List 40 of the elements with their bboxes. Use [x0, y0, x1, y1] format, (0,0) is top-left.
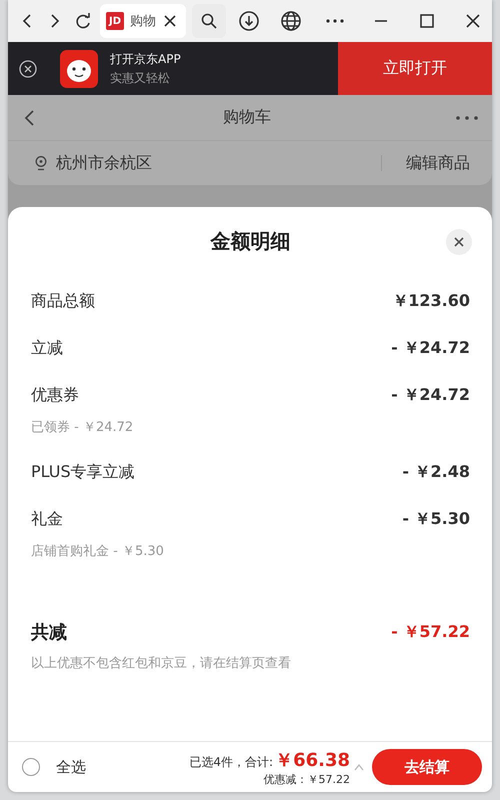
edit-items-link[interactable]: 编辑商品 [406, 152, 470, 174]
item-label: 立减 [31, 338, 63, 359]
browser-tab[interactable]: JD 购物 [100, 4, 186, 38]
banner-subtitle: 实惠又轻松 [110, 70, 171, 86]
item-label: 礼金 [31, 509, 63, 530]
item-note: 已领券 - ￥24.72 [31, 419, 134, 436]
open-app-button[interactable]: 立即打开 [338, 42, 492, 95]
banner-title: 打开京东APP [110, 50, 182, 68]
site-logo: JD [106, 12, 124, 30]
total-price: ￥66.38 [275, 748, 350, 772]
app-logo-icon [60, 50, 98, 88]
item-amount: - ￥2.48 [402, 462, 470, 483]
item-label: 商品总额 [31, 291, 95, 312]
item-note: 店铺首购礼金 - ￥5.30 [31, 543, 165, 560]
total-discount-label: 共减 [31, 621, 67, 644]
close-icon[interactable] [162, 13, 178, 29]
tab-title: 购物 [130, 13, 156, 30]
selected-summary: 已选4件，合计: [189, 754, 274, 770]
item-amount: - ￥24.72 [391, 338, 470, 359]
location-pin-icon [34, 155, 48, 171]
page-title: 购物车 [222, 107, 272, 128]
close-icon[interactable] [446, 229, 472, 255]
download-icon[interactable] [238, 10, 260, 32]
discount-summary: 优惠减：￥57.22 [264, 772, 350, 786]
search-icon [200, 12, 218, 30]
sheet-title: 金额明细 [210, 228, 290, 254]
item-label: 优惠券 [31, 385, 79, 406]
delivery-location[interactable]: 杭州市余杭区 [56, 152, 373, 174]
item-amount: - ￥24.72 [391, 385, 470, 406]
select-all-checkbox[interactable] [22, 758, 40, 776]
item-label: PLUS专享立减 [31, 462, 135, 483]
item-amount: ￥123.60 [392, 291, 470, 312]
total-discount-amount: - ￥57.22 [391, 622, 470, 642]
select-all-label: 全选 [56, 758, 87, 776]
globe-icon[interactable] [280, 10, 302, 32]
checkout-button[interactable]: 去结算 [372, 749, 482, 785]
close-icon[interactable] [18, 58, 38, 78]
discount-note: 以上优惠不包含红包和京豆，请在结算页查看 [31, 655, 292, 672]
item-amount: - ￥5.30 [402, 509, 470, 530]
search-button[interactable] [192, 4, 226, 38]
